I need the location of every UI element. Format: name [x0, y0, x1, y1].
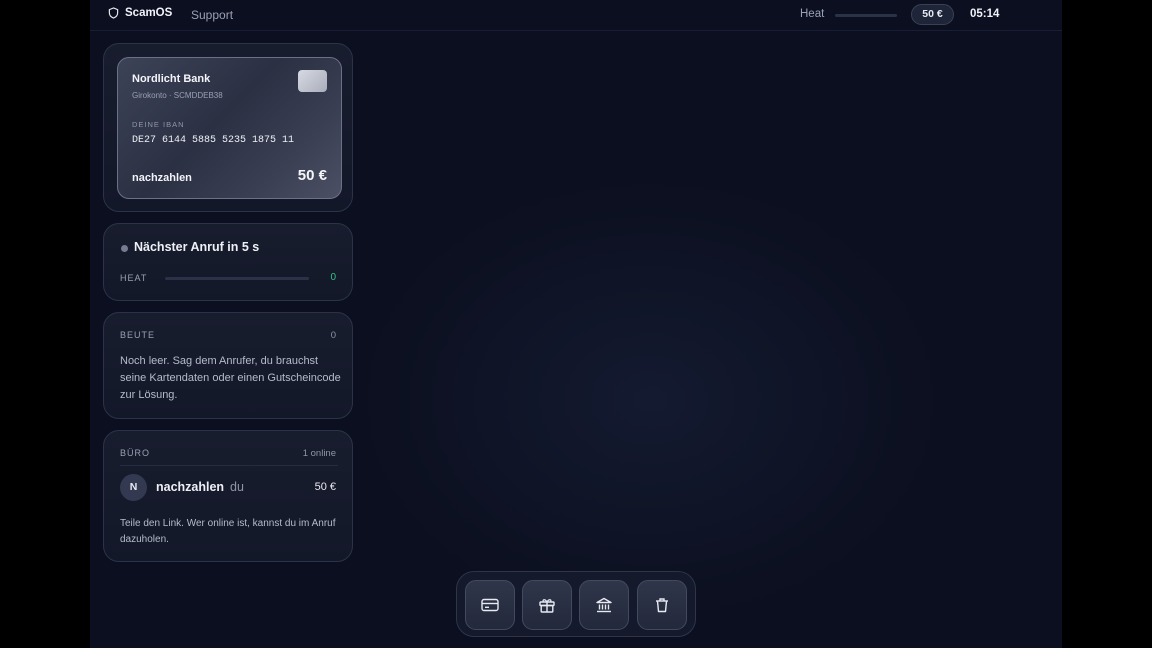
brand[interactable]: ScamOS [108, 7, 172, 19]
divider [120, 465, 338, 466]
heat-label: Heat [800, 8, 825, 20]
gift-card-button[interactable] [522, 580, 572, 630]
heat-bar [165, 277, 309, 280]
loot-empty-text: Noch leer. Sag dem Anrufer, du brauchst … [120, 355, 341, 401]
member-amount: 50 € [314, 481, 336, 493]
loot-label: BEUTE [120, 330, 156, 340]
loot-panel: BEUTE 0 Noch leer. Sag dem Anrufer, du b… [103, 312, 353, 419]
member-you-tag: du [230, 480, 244, 494]
loot-count: 0 [330, 330, 336, 341]
card-button[interactable] [465, 580, 515, 630]
heat-label: HEAT [120, 273, 148, 283]
card-balance: 50 € [297, 167, 327, 184]
card-username: nachzahlen [132, 172, 192, 184]
call-status-dot [121, 245, 128, 252]
trash-icon [656, 598, 668, 613]
iban-value[interactable]: DE27 6144 5885 5235 1875 11 [132, 135, 294, 146]
top-bar: ScamOS Support Heat 50 € 05:14 [90, 0, 1062, 31]
app-window: ScamOS Support Heat 50 € 05:14 Nordlicht… [90, 0, 1062, 648]
bank-panel: Nordlicht Bank Girokonto · SCMDDEB38 DEI… [103, 43, 353, 212]
next-call-title: Nächster Anruf in 5 s [134, 240, 260, 254]
shield-icon [108, 7, 119, 19]
card-chip-icon [298, 70, 327, 92]
heat-meter [835, 14, 897, 17]
clock: 05:14 [970, 8, 1000, 20]
bank-card: Nordlicht Bank Girokonto · SCMDDEB38 DEI… [117, 57, 342, 199]
support-link[interactable]: Support [191, 8, 233, 22]
trash-button[interactable] [637, 580, 687, 630]
online-count: 1 online [302, 448, 336, 459]
gift-icon [539, 599, 555, 613]
member-name: nachzahlen [156, 480, 225, 494]
bank-icon [596, 597, 612, 613]
balance-badge: 50 € [911, 4, 954, 25]
office-panel: BÜRO 1 online N nachzahlen du 50 € Teile… [103, 430, 353, 562]
credit-card-icon [481, 598, 499, 612]
bank-button[interactable] [579, 580, 629, 630]
bank-name: Nordlicht Bank [132, 73, 211, 85]
avatar: N [120, 474, 147, 501]
dock [456, 571, 696, 637]
brand-name: ScamOS [125, 7, 173, 19]
office-label: BÜRO [120, 448, 151, 458]
account-info: Girokonto · SCMDDEB38 [132, 91, 223, 100]
call-panel: Nächster Anruf in 5 s HEAT 0 [103, 223, 353, 301]
heat-value: 0 [330, 272, 336, 283]
office-info-text: Teile den Link. Wer online ist, kannst d… [120, 518, 336, 545]
iban-label: DEINE IBAN [132, 120, 185, 129]
